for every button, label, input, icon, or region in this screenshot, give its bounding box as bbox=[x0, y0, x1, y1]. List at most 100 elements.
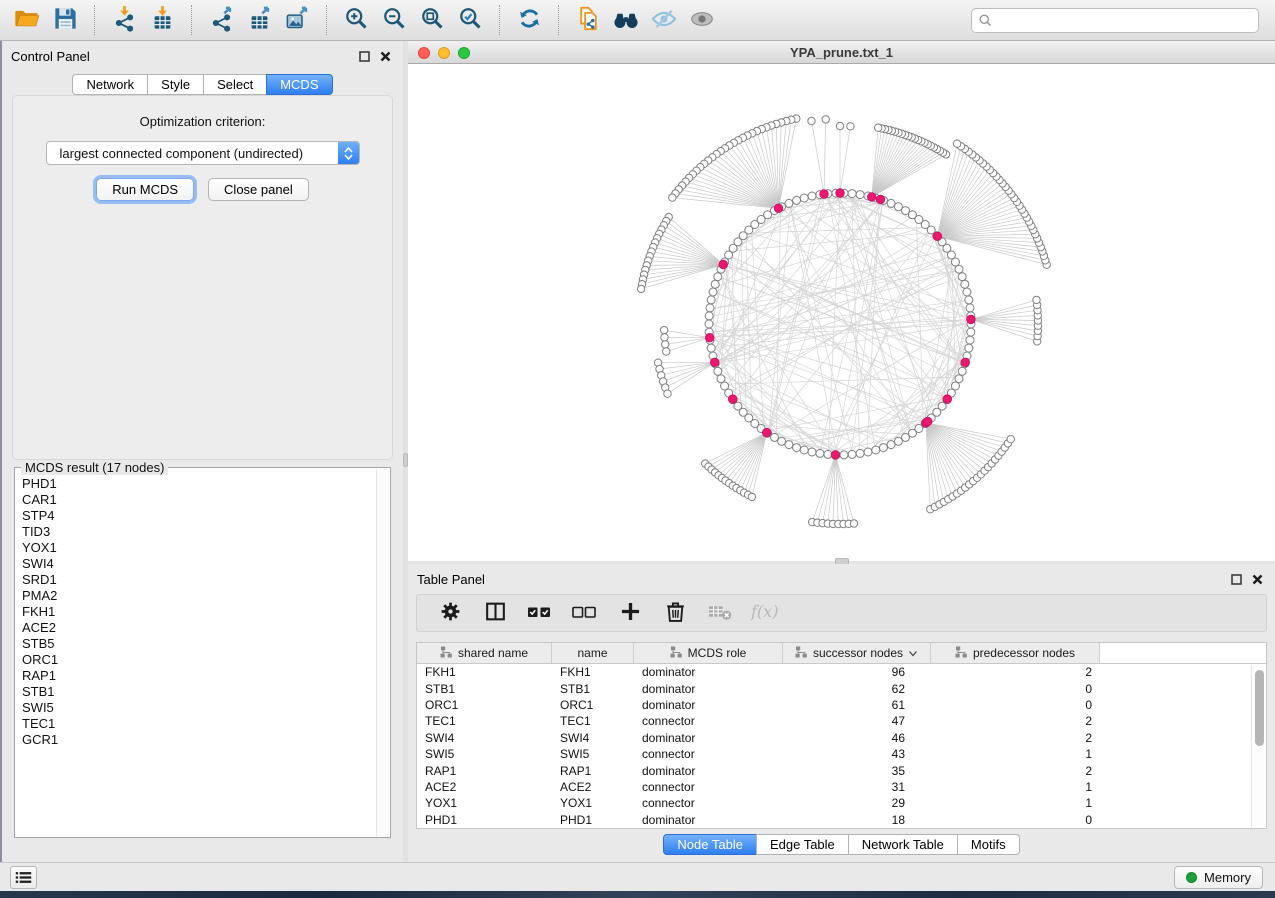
export-image-button[interactable] bbox=[280, 4, 314, 36]
mcds-result-item[interactable]: TID3 bbox=[22, 524, 375, 540]
mcds-result-item[interactable]: PMA2 bbox=[22, 588, 375, 604]
mcds-panel: Optimization criterion: largest connecte… bbox=[12, 95, 393, 460]
mcds-result-item[interactable]: STP4 bbox=[22, 508, 375, 524]
zoom-out-button[interactable] bbox=[377, 4, 411, 36]
search-input[interactable] bbox=[971, 8, 1259, 33]
mcds-result-scrollbar[interactable] bbox=[376, 469, 389, 836]
table-settings-button[interactable] bbox=[437, 600, 463, 626]
column-header-name[interactable]: name bbox=[552, 643, 634, 663]
import-table-button[interactable] bbox=[145, 4, 179, 36]
mcds-result-item[interactable]: SRD1 bbox=[22, 572, 375, 588]
deselect-all-icon bbox=[571, 599, 599, 627]
column-label: shared name bbox=[458, 646, 528, 660]
mcds-result-item[interactable]: ACE2 bbox=[22, 620, 375, 636]
mcds-result-item[interactable]: ORC1 bbox=[22, 652, 375, 668]
run-mcds-button[interactable]: Run MCDS bbox=[96, 178, 194, 201]
export-table-button[interactable] bbox=[242, 4, 276, 36]
select-all-button[interactable] bbox=[527, 600, 553, 626]
export-network-button[interactable] bbox=[204, 4, 238, 36]
table-panel-tabs: Node TableEdge TableNetwork TableMotifs bbox=[408, 834, 1275, 855]
toolbar-icon-groups bbox=[10, 4, 719, 36]
open-file-button[interactable] bbox=[10, 4, 44, 36]
tab-mcds[interactable]: MCDS bbox=[266, 74, 332, 95]
table-panel-title: Table Panel bbox=[417, 572, 485, 587]
optimization-criterion-select[interactable]: largest connected component (undirected) bbox=[46, 141, 360, 165]
tab-motifs[interactable]: Motifs bbox=[957, 834, 1020, 855]
table-cell: connector bbox=[634, 780, 783, 794]
hide-selected-button[interactable] bbox=[647, 4, 681, 36]
import-network-button[interactable] bbox=[107, 4, 141, 36]
float-panel-icon[interactable] bbox=[1231, 573, 1242, 588]
mcds-result-item[interactable]: RAP1 bbox=[22, 668, 375, 684]
tab-network-table[interactable]: Network Table bbox=[848, 834, 958, 855]
table-cell: 2 bbox=[931, 764, 1100, 778]
table-row[interactable]: ORC1ORC1dominator610 bbox=[417, 697, 1266, 713]
table-cell: 1 bbox=[931, 780, 1100, 794]
table-row[interactable]: YOX1YOX1connector291 bbox=[417, 795, 1266, 811]
desktop-background bbox=[0, 891, 1275, 898]
table-cell: connector bbox=[634, 714, 783, 728]
tab-style[interactable]: Style bbox=[147, 74, 204, 95]
column-header-MCDS-role[interactable]: MCDS role bbox=[634, 643, 783, 663]
first-neighbors-icon bbox=[612, 5, 640, 36]
table-row[interactable]: FKH1FKH1dominator962 bbox=[417, 664, 1266, 680]
delete-column-button[interactable] bbox=[662, 600, 688, 626]
mcds-result-item[interactable]: FKH1 bbox=[22, 604, 375, 620]
table-row[interactable]: TEC1TEC1connector472 bbox=[417, 713, 1266, 729]
show-all-button[interactable] bbox=[685, 4, 719, 36]
mcds-result-item[interactable]: SWI4 bbox=[22, 556, 375, 572]
mcds-result-item[interactable]: STB1 bbox=[22, 684, 375, 700]
network-from-selection-button[interactable] bbox=[571, 4, 605, 36]
table-row[interactable]: STB1STB1dominator620 bbox=[417, 680, 1266, 696]
mcds-result-item[interactable]: YOX1 bbox=[22, 540, 375, 556]
table-row[interactable]: RAP1RAP1dominator352 bbox=[417, 762, 1266, 778]
table-row[interactable]: PHD1PHD1dominator180 bbox=[417, 812, 1266, 828]
table-cell: 0 bbox=[931, 813, 1100, 827]
column-header-successor-nodes[interactable]: successor nodes bbox=[783, 643, 931, 663]
add-column-button[interactable] bbox=[617, 600, 643, 626]
network-window-titlebar[interactable]: YPA_prune.txt_1 bbox=[408, 41, 1275, 64]
table-row[interactable]: ACE2ACE2connector311 bbox=[417, 779, 1266, 795]
float-panel-icon[interactable] bbox=[359, 50, 370, 65]
table-cell: dominator bbox=[634, 698, 783, 712]
application-window: Control Panel NetworkStyleSelectMCDS Opt… bbox=[0, 0, 1275, 898]
zoom-in-button[interactable] bbox=[339, 4, 373, 36]
network-canvas[interactable] bbox=[408, 64, 1275, 561]
mcds-result-item[interactable]: SWI5 bbox=[22, 700, 375, 716]
close-panel-icon[interactable] bbox=[1252, 573, 1263, 588]
zoom-selected-button[interactable] bbox=[453, 4, 487, 36]
mcds-result-item[interactable]: PHD1 bbox=[22, 476, 375, 492]
table-panel-header: Table Panel bbox=[408, 564, 1275, 592]
table-row[interactable]: SWI4SWI4dominator462 bbox=[417, 730, 1266, 746]
sort-indicator-icon bbox=[908, 646, 918, 660]
zoom-fit-button[interactable] bbox=[415, 4, 449, 36]
deselect-all-button[interactable] bbox=[572, 600, 598, 626]
save-session-button[interactable] bbox=[48, 4, 82, 36]
table-cell: SWI5 bbox=[417, 747, 552, 761]
refresh-button[interactable] bbox=[512, 4, 546, 36]
panel-list-button[interactable] bbox=[10, 866, 37, 889]
scrollbar-thumb[interactable] bbox=[1255, 670, 1264, 746]
table-cell: STB1 bbox=[552, 682, 634, 696]
optimization-criterion-value: largest connected component (undirected) bbox=[60, 146, 304, 161]
close-panel-icon[interactable] bbox=[380, 50, 391, 65]
column-split-button[interactable] bbox=[482, 600, 508, 626]
column-header-predecessor-nodes[interactable]: predecessor nodes bbox=[931, 643, 1100, 663]
table-scrollbar[interactable] bbox=[1251, 665, 1266, 827]
table-cell: 47 bbox=[783, 714, 931, 728]
mcds-result-item[interactable]: CAR1 bbox=[22, 492, 375, 508]
status-bar: Memory bbox=[0, 862, 1275, 891]
mcds-result-item[interactable]: STB5 bbox=[22, 636, 375, 652]
table-cell: SWI4 bbox=[417, 731, 552, 745]
close-panel-button[interactable]: Close panel bbox=[208, 178, 309, 201]
memory-button[interactable]: Memory bbox=[1174, 866, 1263, 889]
column-header-shared-name[interactable]: shared name bbox=[417, 643, 552, 663]
tab-select[interactable]: Select bbox=[203, 74, 267, 95]
first-neighbors-button[interactable] bbox=[609, 4, 643, 36]
tab-network[interactable]: Network bbox=[72, 74, 148, 95]
mcds-result-item[interactable]: TEC1 bbox=[22, 716, 375, 732]
tab-edge-table[interactable]: Edge Table bbox=[756, 834, 849, 855]
mcds-result-item[interactable]: GCR1 bbox=[22, 732, 375, 748]
table-row[interactable]: SWI5SWI5connector431 bbox=[417, 746, 1266, 762]
tab-node-table[interactable]: Node Table bbox=[663, 834, 757, 855]
